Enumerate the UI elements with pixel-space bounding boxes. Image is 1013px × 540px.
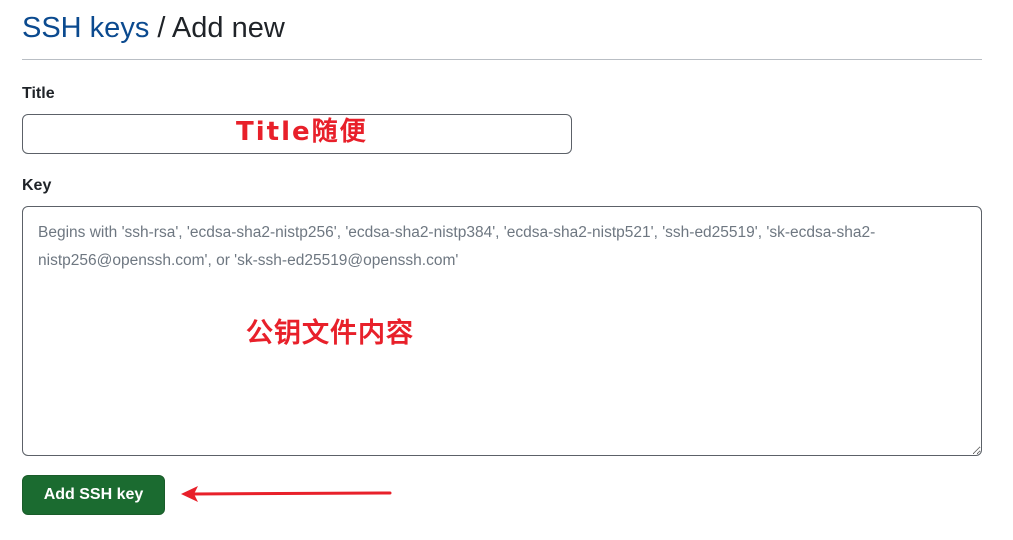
page-title: SSH keys / Add new xyxy=(22,10,285,46)
key-label: Key xyxy=(22,177,52,194)
red-arrow-icon xyxy=(181,486,392,502)
title-input[interactable] xyxy=(22,114,572,154)
key-textarea[interactable] xyxy=(22,206,982,456)
add-ssh-key-page: SSH keys / Add new Title Key Add SSH key… xyxy=(0,0,1013,540)
title-label: Title xyxy=(22,85,55,102)
add-ssh-key-button[interactable]: Add SSH key xyxy=(22,475,165,515)
breadcrumb-ssh-keys-link[interactable]: SSH keys xyxy=(22,12,149,44)
header-divider xyxy=(22,59,982,60)
breadcrumb-separator: / xyxy=(157,12,166,44)
breadcrumb-current: Add new xyxy=(171,12,285,44)
